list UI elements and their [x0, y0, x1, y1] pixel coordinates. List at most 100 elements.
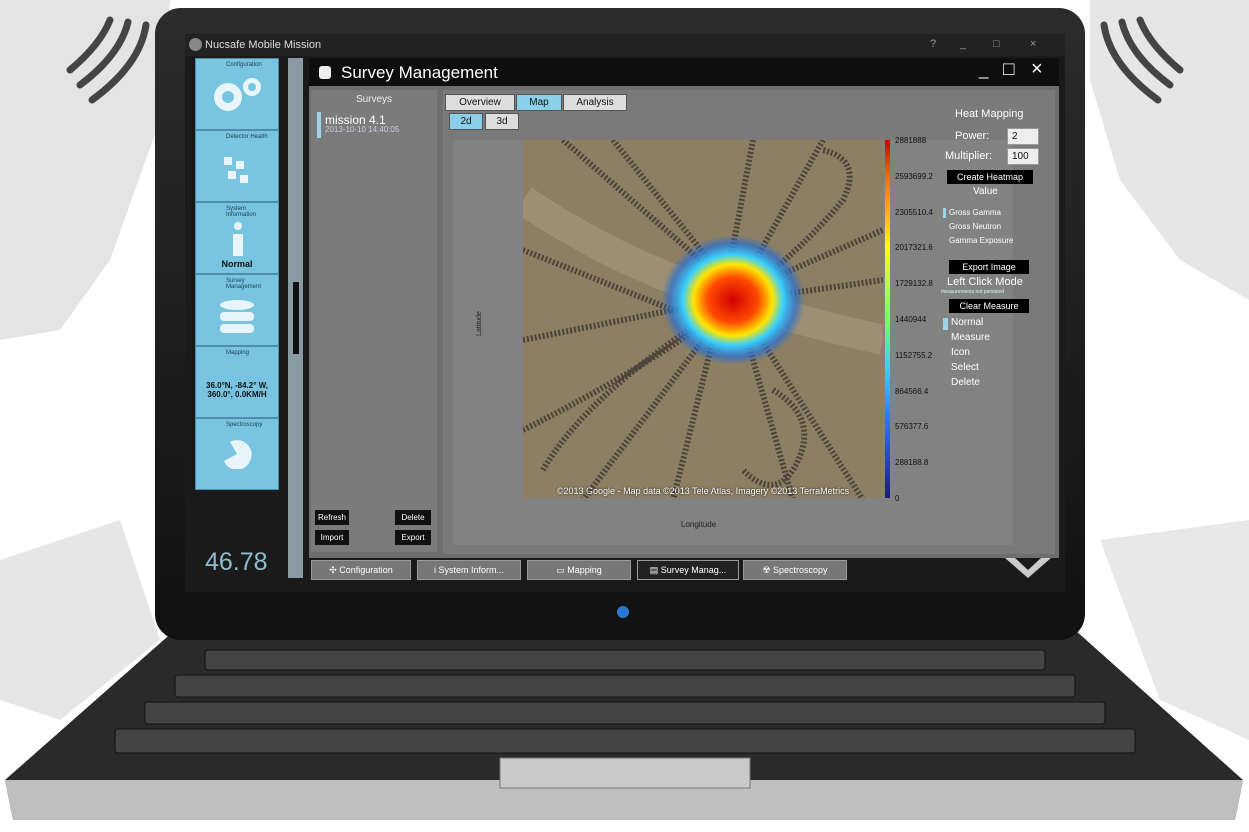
window-close-button[interactable]: ×	[1031, 58, 1043, 81]
tile-label: Configuration	[226, 62, 262, 68]
taskbar: ✣ Configuration i System Inform... ▭ Map…	[309, 560, 1059, 580]
system-status: Normal	[221, 259, 253, 269]
multiplier-label: Multiplier:	[945, 150, 993, 162]
create-heatmap-button[interactable]: Create Heatmap	[947, 170, 1033, 184]
heat-mapping-panel: Heat Mapping Power: 2 Multiplier: 100 Cr…	[937, 108, 1053, 408]
app-title: Nucsafe Mobile Mission	[205, 39, 322, 51]
taskbar-survey-management[interactable]: ▤ Survey Manag...	[637, 560, 739, 580]
colorbar-tick-label: 2881888	[895, 136, 927, 145]
taskbar-spectroscopy[interactable]: ☢ Spectroscopy	[743, 560, 847, 580]
webcam-light	[617, 606, 629, 618]
tab-map[interactable]: Map	[516, 94, 562, 111]
colorbar-tick-label: 1152755.2	[895, 351, 933, 360]
gps-readout: 36.0°N, -84.2° W, 360.0°, 0.0KM/H	[206, 381, 268, 399]
y-axis-label: Latitude	[475, 311, 483, 336]
surveys-header: Surveys	[355, 94, 393, 105]
colorbar-tick-label: 1729132.8	[895, 279, 933, 288]
value-option-gross-neutron[interactable]: Gross Neutron	[949, 222, 1001, 231]
mode-icon[interactable]: Icon	[951, 347, 970, 358]
help-button[interactable]: ?	[930, 38, 936, 50]
taskbar-configuration[interactable]: ✣ Configuration	[311, 560, 411, 580]
value-label: Value	[973, 186, 998, 197]
list-item[interactable]: mission 4.1 2013-10-10 14:40:05	[317, 112, 435, 138]
colorbar-tick-label: 864566.4	[895, 387, 929, 396]
delete-button[interactable]: Delete	[395, 510, 431, 525]
grid-icon	[224, 157, 248, 183]
taskbar-label: Survey Manag...	[660, 565, 727, 575]
power-input[interactable]: 2	[1007, 128, 1039, 145]
database-icon	[319, 66, 331, 79]
heatmap-plot: Latitude ©2013 Google - Map data ©2013 T…	[453, 136, 1013, 545]
survey-management-window: Survey Management _ □ × Surveys mission …	[309, 58, 1059, 558]
tile-survey-management[interactable]: Survey Management	[195, 274, 279, 346]
tile-label: Detector Health	[226, 134, 268, 140]
tile-system-information[interactable]: System Information Normal	[195, 202, 279, 274]
survey-date: 2013-10-10 14:40:05	[325, 125, 400, 134]
window-minimize-button[interactable]: _	[979, 60, 988, 80]
nucsafe-logo-icon	[189, 38, 202, 51]
export-image-button[interactable]: Export Image	[949, 260, 1029, 274]
tab-overview[interactable]: Overview	[445, 94, 515, 111]
trackpad	[499, 757, 751, 789]
tile-configuration[interactable]: Configuration	[195, 58, 279, 130]
taskbar-mapping[interactable]: ▭ Mapping	[527, 560, 631, 580]
mode-normal[interactable]: Normal	[951, 317, 983, 328]
maximize-button[interactable]: □	[993, 38, 1000, 50]
splitter-handle[interactable]	[293, 282, 299, 354]
colorbar-tick-label: 2305510.4	[895, 208, 933, 217]
taskbar-system-information[interactable]: i System Inform...	[417, 560, 521, 580]
clear-measure-button[interactable]: Clear Measure	[949, 299, 1029, 313]
x-axis-label: Longitude	[681, 520, 717, 529]
mode-delete[interactable]: Delete	[951, 377, 980, 388]
app-titlebar: Nucsafe Mobile Mission ? _ □ ×	[185, 34, 1065, 56]
radiation-icon: ☢	[762, 565, 774, 575]
window-titlebar: Survey Management _ □ ×	[309, 58, 1059, 86]
tab-analysis[interactable]: Analysis	[563, 94, 627, 111]
colorbar-tick-label: 2593699.2	[895, 172, 933, 181]
tile-label: Spectroscopy	[226, 422, 263, 428]
surveys-panel: Surveys mission 4.1 2013-10-10 14:40:05 …	[311, 90, 437, 552]
taskbar-label: System Inform...	[438, 565, 504, 575]
database-icon	[220, 300, 254, 333]
tile-mapping[interactable]: Mapping 36.0°N, -84.2° W, 360.0°, 0.0KM/…	[195, 346, 279, 418]
heat-mapping-title: Heat Mapping	[955, 108, 1024, 120]
tile-detector-health[interactable]: Detector Health	[195, 130, 279, 202]
radiation-icon	[222, 440, 252, 469]
laptop-base	[5, 630, 1243, 820]
info-icon	[233, 222, 243, 256]
mode-select[interactable]: Select	[951, 362, 979, 373]
tile-label: System Information	[226, 206, 257, 218]
tile-label: Mapping	[226, 350, 250, 356]
value-option-gross-gamma[interactable]: Gross Gamma	[949, 208, 1001, 217]
close-button[interactable]: ×	[1030, 38, 1036, 50]
keyboard	[114, 649, 1136, 754]
mode-measure[interactable]: Measure	[951, 332, 990, 343]
multiplier-input[interactable]: 100	[1007, 148, 1039, 165]
app-screen: Nucsafe Mobile Mission ? _ □ × Configura…	[185, 34, 1065, 592]
tab-2d[interactable]: 2d	[449, 113, 483, 130]
tab-3d[interactable]: 3d	[485, 113, 519, 130]
taskbar-label: Mapping	[567, 565, 602, 575]
window-maximize-button[interactable]: □	[1003, 59, 1014, 81]
tile-spectroscopy[interactable]: Spectroscopy	[195, 418, 279, 490]
colorbar-tick-label: 2017321.6	[895, 243, 933, 252]
import-button[interactable]: Import	[315, 530, 349, 545]
tile-label: Survey Management	[226, 278, 262, 290]
colorbar	[885, 140, 890, 498]
refresh-button[interactable]: Refresh	[315, 510, 349, 525]
value-option-gamma-exposure[interactable]: Gamma Exposure	[949, 236, 1013, 245]
sidebar: Configuration Detector Health System Inf…	[191, 58, 279, 568]
left-click-note: measurements not persisted	[941, 289, 1005, 295]
logo-icon	[1005, 558, 1051, 578]
gear-icon	[214, 78, 261, 111]
survey-track-overlay	[523, 140, 883, 498]
satellite-map[interactable]: ©2013 Google - Map data ©2013 Tele Atlas…	[523, 140, 883, 498]
window-title: Survey Management	[341, 63, 498, 82]
export-button[interactable]: Export	[395, 530, 431, 545]
minimize-button[interactable]: _	[960, 38, 966, 50]
colorbar-tick-label: 576377.6	[895, 422, 929, 431]
power-label: Power:	[955, 130, 990, 142]
taskbar-label: Configuration	[339, 565, 393, 575]
map-credit: ©2013 Google - Map data ©2013 Tele Atlas…	[556, 486, 850, 496]
selected-indicator	[943, 208, 946, 218]
